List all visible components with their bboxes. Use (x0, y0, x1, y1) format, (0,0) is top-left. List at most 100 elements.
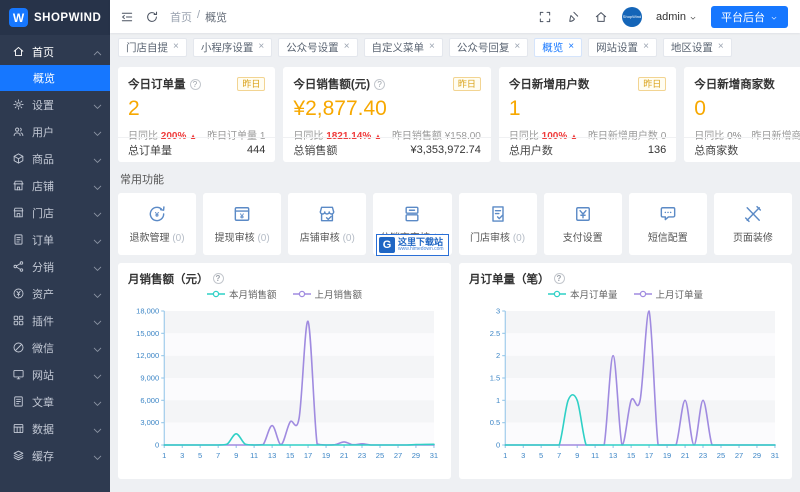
stat-value: ¥2,877.40 (293, 97, 387, 120)
chart-legend: 本月销售额 上月销售额 (128, 287, 441, 301)
sidebar-subitem-label: 概览 (33, 73, 55, 85)
total-label: 总用户数 (508, 145, 553, 157)
legend-item[interactable]: 本月销售额 (206, 287, 277, 301)
sidebar-item-data[interactable]: 数据 (0, 415, 110, 442)
sidebar-item-home[interactable]: 首页 (0, 38, 110, 65)
sidebar-item-gear[interactable]: 设置 (0, 91, 110, 118)
stat-value: 1 (508, 97, 521, 120)
common-functions-row: ¥退款管理 (0)¥提现审核 (0)店铺审核 (0)分销商审核 (0)门店审核 … (118, 193, 792, 255)
sidebar-item-goods[interactable]: 商品 (0, 145, 110, 172)
help-icon[interactable]: ? (553, 273, 565, 284)
svg-text:25: 25 (717, 451, 725, 460)
close-icon[interactable]: × (568, 42, 574, 52)
plugin-icon (12, 314, 25, 327)
function-tile-shop-audit[interactable]: 店铺审核 (0) (288, 193, 367, 255)
sidebar-item-share[interactable]: 分销 (0, 253, 110, 280)
sidebar-item-label: 用户 (32, 126, 54, 139)
sidebar-item-label: 微信 (32, 342, 54, 355)
legend-item[interactable]: 上月销售额 (292, 287, 362, 301)
yesterday-badge: 昨日 (638, 77, 667, 91)
legend-label: 上月订单量 (655, 290, 704, 301)
close-icon[interactable]: × (173, 42, 179, 52)
clear-cache-icon[interactable] (566, 10, 580, 24)
sidebar-item-asset[interactable]: 资产 (0, 280, 110, 307)
help-icon[interactable]: ? (189, 78, 201, 90)
tab-label: 公众号回复 (456, 41, 510, 54)
sidebar-item-wechat[interactable]: 微信 (0, 334, 110, 361)
shop-icon (12, 179, 25, 192)
sidebar-item-label: 店铺 (32, 180, 54, 193)
close-icon[interactable]: × (344, 42, 350, 52)
function-tile-payment[interactable]: 支付设置 (543, 193, 622, 255)
open-tab[interactable]: 小程序设置 × (192, 37, 273, 57)
charts-row: 月销售额（元）? 本月销售额 上月销售额 18,000 15,000 12,000 9,00… (118, 263, 792, 479)
order-icon (12, 233, 25, 246)
sidebar-item-users[interactable]: 用户 (0, 118, 110, 145)
function-tile-withdraw[interactable]: ¥ 提现审核 (0) (203, 193, 282, 255)
svg-text:21: 21 (340, 451, 348, 460)
refresh-icon[interactable] (145, 10, 159, 24)
function-tile-store-audit[interactable]: 门店审核 (0) (458, 193, 537, 255)
fullscreen-icon[interactable] (538, 10, 552, 24)
platform-switch-button[interactable]: 平台后台 (711, 5, 788, 28)
sidebar-item-cache[interactable]: 缓存 (0, 442, 110, 469)
tab-label: 小程序设置 (200, 41, 254, 54)
breadcrumb-home[interactable]: 首页 (170, 9, 192, 25)
sidebar-subitem[interactable]: 概览 (0, 65, 110, 91)
home-icon[interactable] (594, 10, 608, 24)
legend-marker (633, 290, 652, 298)
payment-icon (573, 204, 593, 224)
svg-text:2.5: 2.5 (490, 329, 500, 338)
open-tab[interactable]: 概览 × (534, 37, 583, 57)
function-tile-sms[interactable]: 短信配置 (628, 193, 707, 255)
svg-text:5: 5 (198, 451, 202, 460)
sidebar: W SHOPWIND 首页概览设置用户商品店铺门店 订单 分销 资产插件微信网站 文章数… (0, 0, 110, 492)
legend-item[interactable]: 本月订单量 (547, 287, 618, 301)
svg-text:21: 21 (681, 451, 689, 460)
help-icon[interactable]: ? (374, 78, 386, 90)
sidebar-item-shop[interactable]: 店铺 (0, 172, 110, 199)
shop-audit-icon (317, 204, 337, 224)
user-menu[interactable]: admin (656, 11, 697, 23)
sidebar-item-website[interactable]: 网站 (0, 361, 110, 388)
avatar[interactable]: ShopWind (622, 6, 643, 27)
stat-card: 今日新增商家数昨日0日同比 0%昨日新增商家数 0总商家数2 (684, 67, 800, 162)
sidebar-item-article[interactable]: 文章 (0, 388, 110, 415)
close-icon[interactable]: × (258, 42, 264, 52)
open-tab[interactable]: 公众号设置 × (278, 37, 358, 57)
open-tab[interactable]: 地区设置 × (662, 37, 732, 57)
open-tab[interactable]: 公众号回复 × (448, 37, 529, 57)
sidebar-item-plugin[interactable]: 插件 (0, 307, 110, 334)
help-icon[interactable]: ? (212, 273, 224, 284)
chevron-up-icon (91, 47, 104, 60)
sidebar-item-order[interactable]: 订单 (0, 226, 110, 253)
breadcrumb-separator: / (197, 8, 201, 21)
tab-label: 概览 (542, 41, 564, 54)
close-icon[interactable]: × (429, 42, 435, 52)
legend-marker (206, 290, 225, 298)
function-label: 页面装修 (732, 233, 773, 244)
function-tile-decorate[interactable]: 页面装修 (713, 193, 792, 255)
svg-text:7: 7 (557, 451, 561, 460)
open-tab[interactable]: 网站设置 × (588, 37, 657, 57)
sidebar-item-store[interactable]: 门店 (0, 199, 110, 226)
svg-text:19: 19 (663, 451, 671, 460)
open-tab[interactable]: 自定义菜单 × (363, 37, 443, 57)
legend-item[interactable]: 上月订单量 (633, 287, 704, 301)
svg-text:11: 11 (591, 451, 599, 460)
wechat-icon (12, 341, 25, 354)
legend-label: 本月销售额 (228, 290, 277, 301)
open-tab[interactable]: 门店自提 × (118, 37, 187, 57)
close-icon[interactable]: × (643, 42, 649, 52)
site-watermark: G 这里下载站 www.himedown.com (376, 234, 449, 256)
svg-text:0.5: 0.5 (490, 418, 500, 427)
website-icon (12, 368, 25, 381)
sidebar-item-label: 插件 (32, 315, 54, 328)
app-logo[interactable]: W SHOPWIND (0, 0, 110, 35)
logo-text: SHOPWIND (34, 11, 102, 24)
function-tile-refund[interactable]: ¥ 退款管理 (0) (118, 193, 197, 255)
username: admin (656, 10, 686, 23)
close-icon[interactable]: × (718, 42, 724, 52)
menu-fold-icon[interactable] (120, 10, 134, 24)
close-icon[interactable]: × (514, 42, 520, 52)
